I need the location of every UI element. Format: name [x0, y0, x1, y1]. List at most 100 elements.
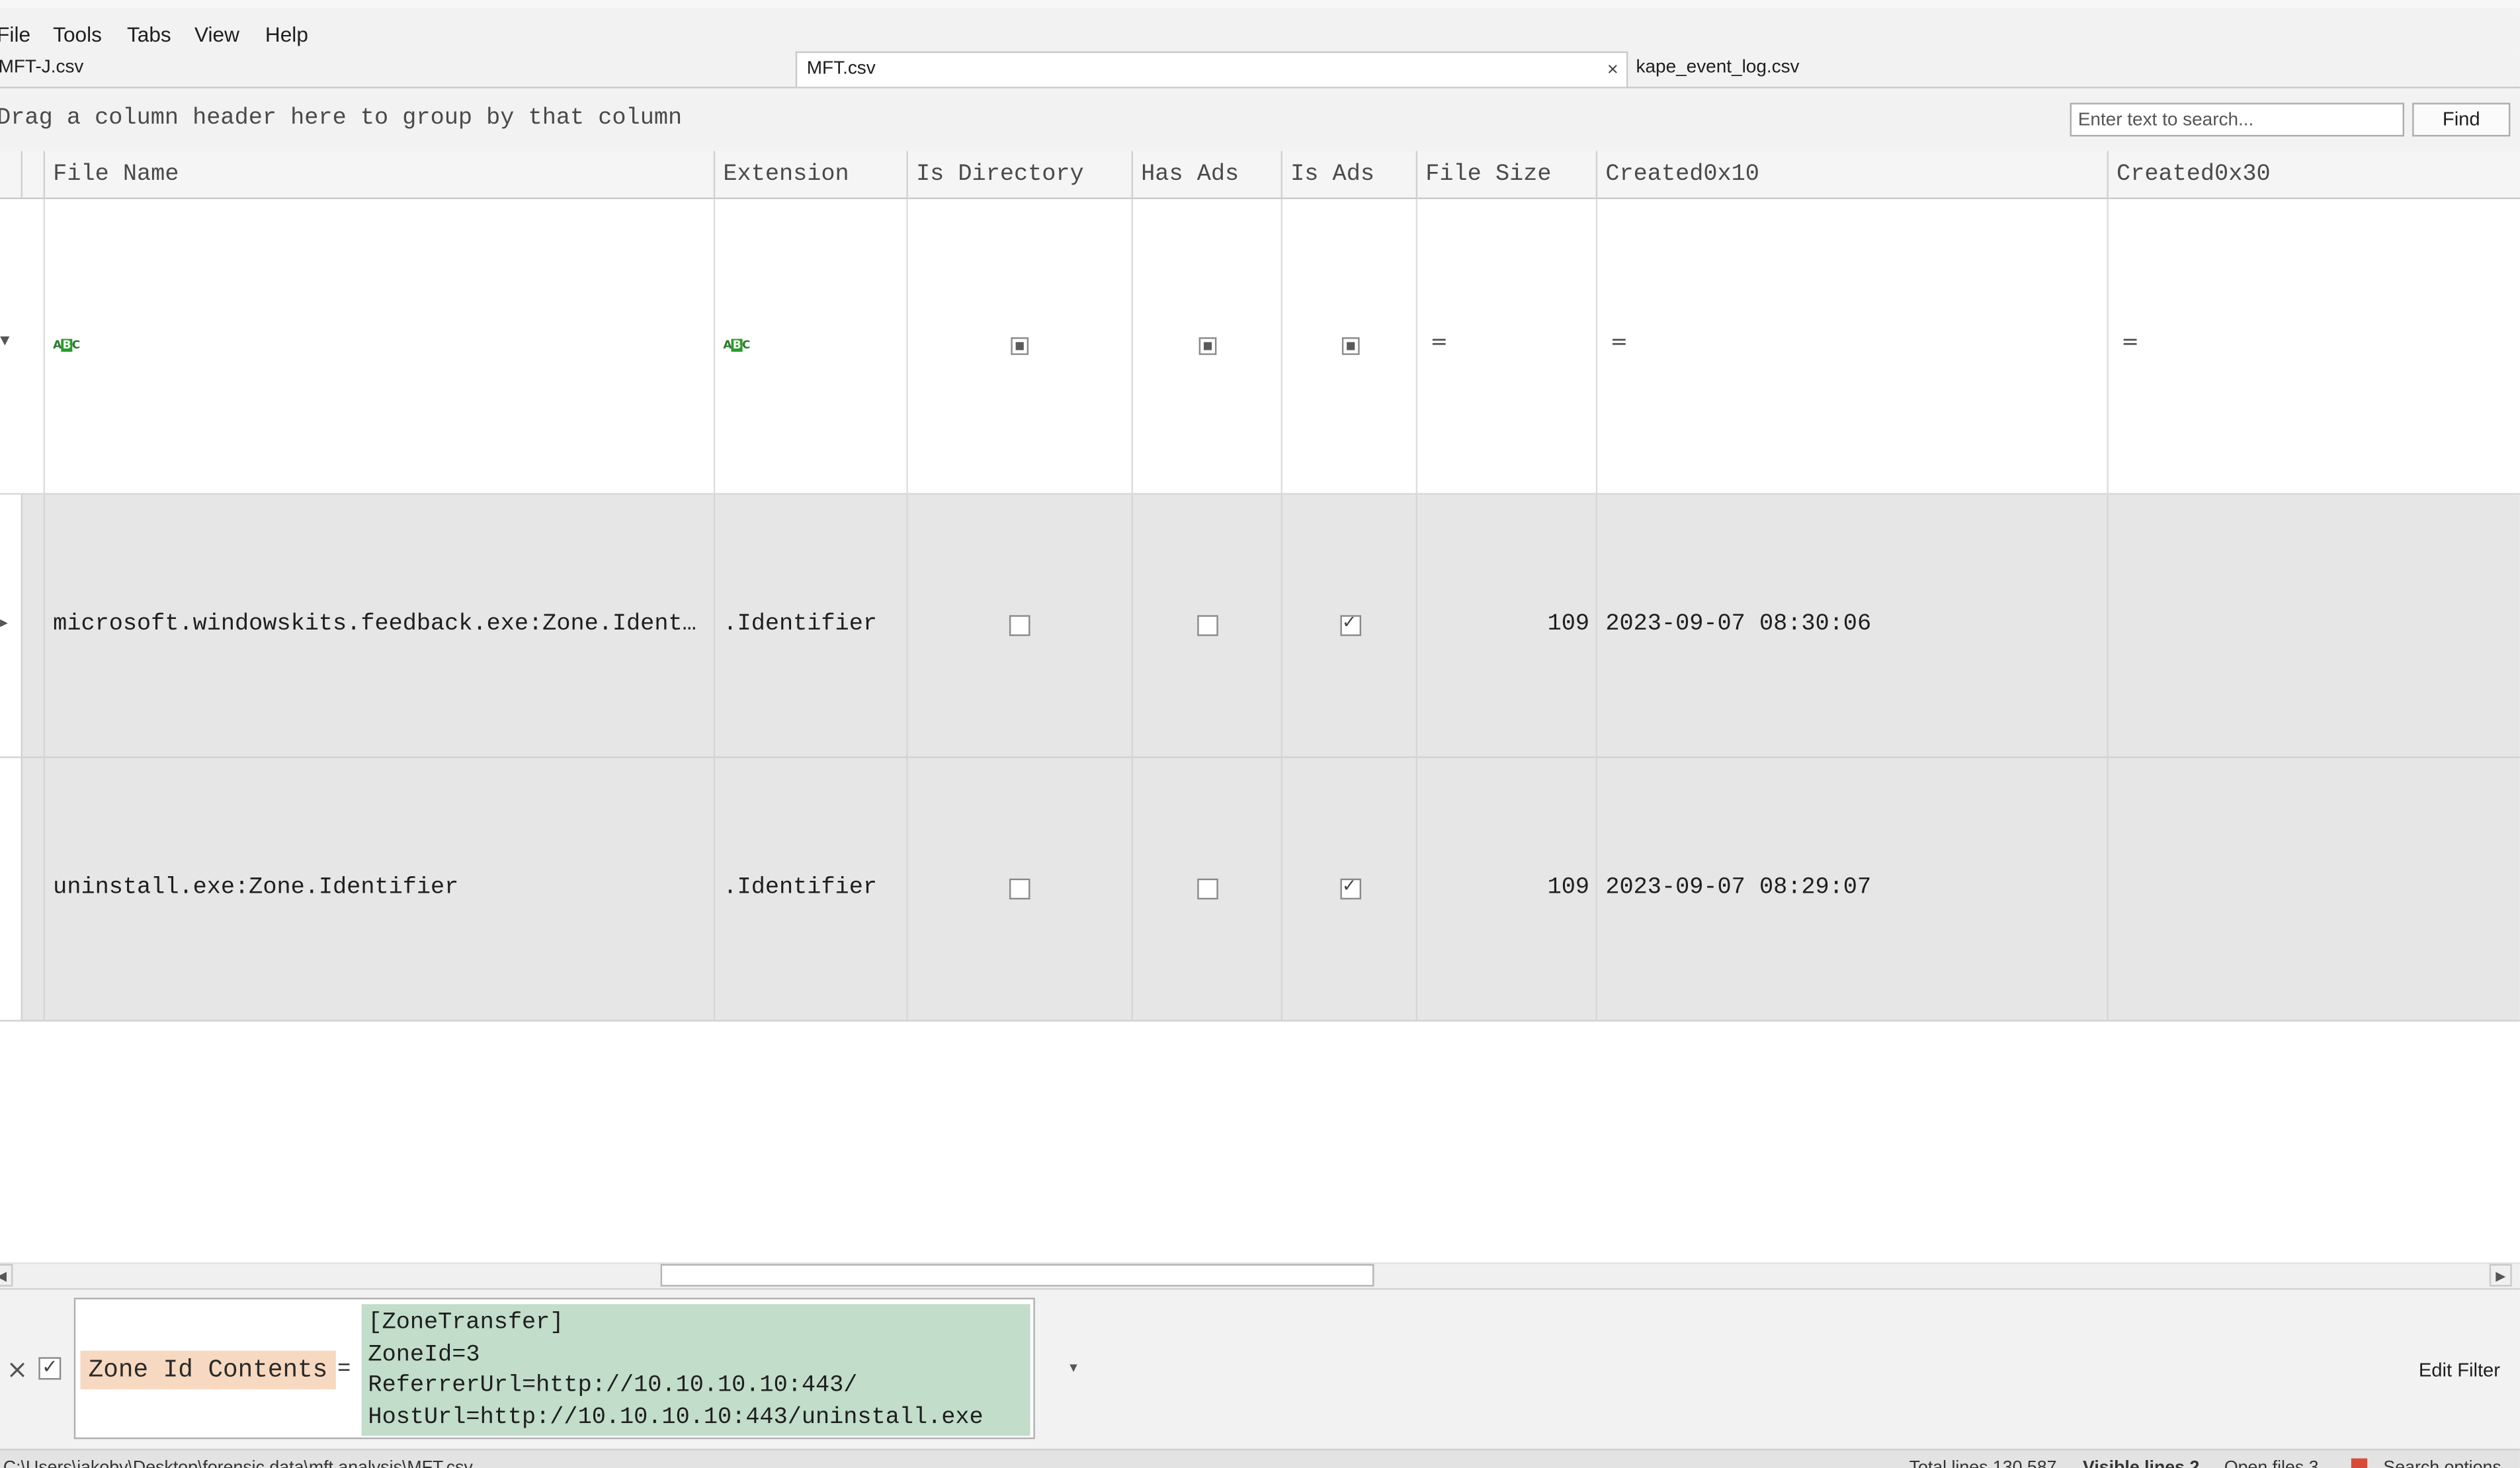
- column-header-extension[interactable]: Extension: [715, 151, 908, 200]
- filter-cell-file-name[interactable]: ABC: [45, 199, 716, 495]
- close-icon[interactable]: ×: [1607, 53, 1618, 87]
- cell-value: 109: [1547, 875, 1590, 901]
- checkbox-unchecked[interactable]: [1197, 615, 1218, 636]
- search-options-icon[interactable]: [2351, 1458, 2368, 1468]
- filter-enable-checkbox[interactable]: [38, 1356, 62, 1380]
- checkbox-unchecked[interactable]: [1009, 615, 1030, 636]
- row-spacer: [22, 495, 46, 758]
- filter-cell-created-0x30[interactable]: =: [2108, 199, 2520, 495]
- filter-field-name[interactable]: Zone Id Contents: [80, 1350, 336, 1389]
- row-indicator-header: [0, 151, 23, 200]
- table-cell-file-size[interactable]: 109: [1417, 495, 1598, 758]
- column-header-is-ads[interactable]: Is Ads: [1282, 151, 1418, 200]
- table-cell-created-0x10[interactable]: 2023-09-07 08:29:07: [1597, 758, 2109, 1022]
- row-spacer: [22, 758, 46, 1022]
- status-visible-lines: Visible lines 2: [2083, 1458, 2199, 1468]
- cell-value: uninstall.exe:Zone.Identifier: [53, 875, 459, 901]
- menu-file[interactable]: File: [0, 22, 30, 46]
- checkbox-checked[interactable]: [1340, 876, 1362, 900]
- row-indicator[interactable]: [0, 758, 23, 1022]
- chevron-down-icon[interactable]: ▼: [1067, 1360, 1079, 1375]
- tab-mft-csv[interactable]: MFT.csv ×: [795, 51, 1628, 87]
- column-header-has-ads[interactable]: Has Ads: [1133, 151, 1282, 200]
- status-bar: C:\Users\jakoby\Desktop\forensic data\mf…: [0, 1448, 2520, 1468]
- group-by-hint: Drag a column header here to group by th…: [0, 106, 683, 132]
- table-cell-file-name[interactable]: uninstall.exe:Zone.Identifier: [45, 758, 716, 1022]
- cell-value: microsoft.windowskits.feedback.exe:Zone.…: [53, 612, 709, 638]
- status-total-lines: Total lines 130,587: [1910, 1458, 2057, 1468]
- tab-kape-event-log-csv[interactable]: kape_event_log.csv: [1630, 52, 2112, 85]
- equals-icon: =: [1610, 331, 1628, 355]
- table-cell-file-size[interactable]: 109: [1417, 758, 1598, 1022]
- table-cell-extension[interactable]: .Identifier: [715, 758, 908, 1022]
- status-open-files: Open files 3: [2224, 1458, 2319, 1468]
- table-cell-created-0x30[interactable]: [2108, 758, 2520, 1022]
- menu-view[interactable]: View: [194, 22, 239, 46]
- scrollbar-thumb[interactable]: [660, 1264, 1374, 1287]
- close-icon[interactable]: ×: [7, 1354, 28, 1385]
- abc-filter-icon: ABC: [723, 339, 751, 352]
- filter-spacer: [22, 199, 46, 495]
- status-search-options[interactable]: Search options: [2383, 1458, 2501, 1468]
- filter-operator[interactable]: =: [337, 1354, 351, 1380]
- horizontal-scrollbar[interactable]: ◀ ▶: [0, 1262, 2520, 1288]
- scroll-left-icon[interactable]: ◀: [0, 1264, 13, 1287]
- filter-cell-has-ads[interactable]: [1133, 199, 1282, 495]
- filter-checkbox-indeterminate[interactable]: [1341, 337, 1360, 355]
- table-cell-created-0x30[interactable]: [2108, 495, 2520, 758]
- column-header-file-size[interactable]: File Size: [1417, 151, 1598, 200]
- group-by-panel[interactable]: Drag a column header here to group by th…: [0, 88, 2520, 153]
- row-indicator[interactable]: ▶: [0, 495, 23, 758]
- cell-value: .Identifier: [723, 612, 877, 638]
- current-row-arrow-icon: ▶: [0, 616, 8, 632]
- filter-checkbox-indeterminate[interactable]: [1011, 337, 1029, 355]
- checkbox-unchecked[interactable]: [1009, 878, 1030, 900]
- table-cell-is-ads[interactable]: [1282, 495, 1418, 758]
- filter-cell-extension[interactable]: ABC: [715, 199, 908, 495]
- filter-cell-is-ads[interactable]: [1282, 199, 1418, 495]
- filter-cell-is-directory[interactable]: [907, 199, 1134, 495]
- menu-tabs[interactable]: Tabs: [127, 22, 171, 46]
- table-cell-extension[interactable]: .Identifier: [715, 495, 908, 758]
- cell-value: 2023-09-07 08:30:06: [1605, 612, 1872, 638]
- menu-tools[interactable]: Tools: [53, 22, 102, 46]
- equals-icon: =: [1430, 331, 1449, 355]
- tab-mft-j-csv[interactable]: MFT-J.csv: [0, 52, 794, 85]
- cell-value: 2023-09-07 08:29:07: [1605, 875, 1872, 901]
- file-tab-strip: MFT-J.csv MFT.csv × kape_event_log.csv: [0, 51, 2520, 89]
- checkbox-unchecked[interactable]: [1197, 878, 1218, 900]
- table-cell-is-directory[interactable]: [907, 495, 1134, 758]
- scroll-right-icon[interactable]: ▶: [2489, 1264, 2512, 1287]
- cell-value: 109: [1547, 612, 1590, 638]
- find-button[interactable]: Find: [2412, 102, 2511, 137]
- tab-label: MFT-J.csv: [0, 58, 84, 77]
- menu-help[interactable]: Help: [265, 22, 308, 46]
- checkbox-checked[interactable]: [1340, 612, 1362, 636]
- table-cell-is-directory[interactable]: [907, 758, 1134, 1022]
- abc-filter-icon: ABC: [53, 339, 80, 352]
- search-input[interactable]: [2070, 102, 2404, 137]
- cell-value: .Identifier: [723, 875, 877, 901]
- column-header-file-name[interactable]: File Name: [45, 151, 716, 200]
- table-cell-is-ads[interactable]: [1282, 758, 1418, 1022]
- table-cell-created-0x10[interactable]: 2023-09-07 08:30:06: [1597, 495, 2109, 758]
- data-grid: ▼ ▶ File Name Extension Is Directory Has…: [0, 151, 2520, 1263]
- edit-filter-button[interactable]: Edit Filter: [2419, 1359, 2500, 1381]
- tab-label: MFT.csv: [806, 59, 876, 79]
- table-cell-has-ads[interactable]: [1133, 495, 1282, 758]
- column-header-is-directory[interactable]: Is Directory: [907, 151, 1134, 200]
- status-file-path: C:\Users\jakoby\Desktop\forensic data\mf…: [3, 1458, 473, 1468]
- header-spacer: [22, 151, 46, 200]
- menu-bar: File Tools Tabs View Help: [0, 0, 2520, 52]
- filter-panel: × Zone Id Contents = [ZoneTransfer] Zone…: [0, 1287, 2520, 1451]
- filter-cell-created-0x10[interactable]: =: [1597, 199, 2109, 495]
- filter-checkbox-indeterminate[interactable]: [1198, 337, 1217, 355]
- column-header-created-0x30[interactable]: Created0x30: [2108, 151, 2520, 200]
- filter-cell-file-size[interactable]: =: [1417, 199, 1598, 495]
- table-cell-file-name[interactable]: microsoft.windowskits.feedback.exe:Zone.…: [45, 495, 716, 758]
- table-cell-has-ads[interactable]: [1133, 758, 1282, 1022]
- funnel-icon: ▼: [0, 334, 10, 352]
- filter-value[interactable]: [ZoneTransfer] ZoneId=3 ReferrerUrl=http…: [361, 1304, 1030, 1436]
- tab-label: kape_event_log.csv: [1636, 58, 1800, 77]
- column-header-created-0x10[interactable]: Created0x10: [1597, 151, 2109, 200]
